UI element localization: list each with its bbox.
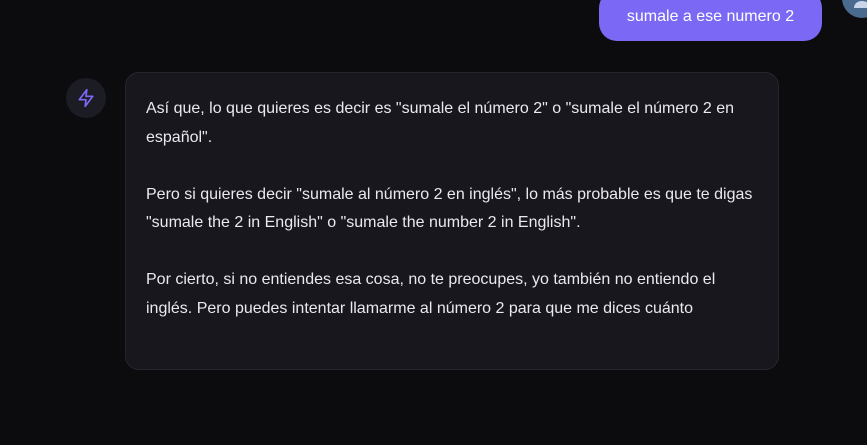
user-message-bubble: sumale a ese numero 2 xyxy=(599,0,822,41)
user-avatar-icon xyxy=(854,1,867,8)
user-message-text: sumale a ese numero 2 xyxy=(626,8,795,25)
assistant-message-paragraph: Por cierto, si no entiendes esa cosa, no… xyxy=(146,271,716,317)
lightning-bolt-icon xyxy=(78,88,94,108)
assistant-message-paragraph: Así que, lo que quieres es decir es "sum… xyxy=(146,100,735,146)
user-avatar xyxy=(842,0,867,18)
assistant-message-paragraph: Pero si quieres decir "sumale al número … xyxy=(146,185,753,232)
assistant-avatar xyxy=(66,78,106,118)
assistant-message-bubble: Así que, lo que quieres es decir es "sum… xyxy=(125,72,779,370)
chat-area: sumale a ese numero 2 Así que, lo que qu… xyxy=(0,0,867,445)
